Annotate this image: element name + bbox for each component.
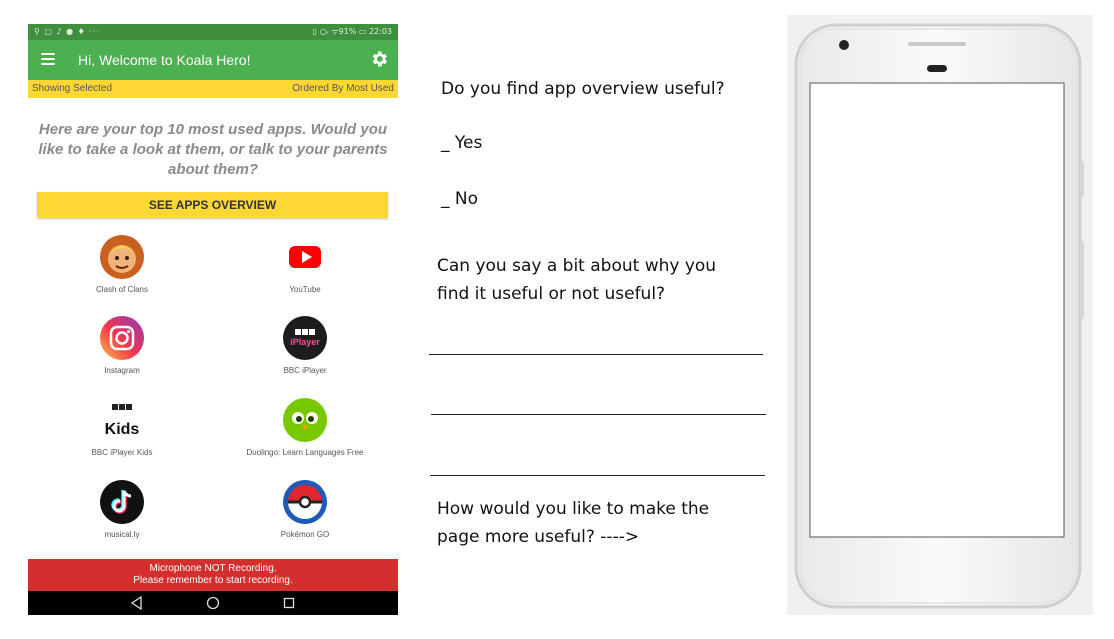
app-tile-bbc-iplayer[interactable]: iPlayer BBC iPlayer: [215, 316, 395, 394]
mic-reminder-line: Please remember to start recording.: [133, 575, 293, 586]
blank-phone-mockup: [794, 23, 1084, 609]
option-yes[interactable]: _ Yes: [441, 129, 482, 157]
app-label: Pokémon GO: [280, 530, 330, 539]
filter-bar: Showing Selected Ordered By Most Used: [28, 80, 398, 98]
answer-line-3[interactable]: [430, 475, 765, 476]
question-improve-line-2: page more useful? ---->: [437, 527, 640, 547]
volume-button: [1080, 241, 1084, 319]
app-tile-bbc-iplayer-kids[interactable]: Kids BBC iPlayer Kids: [32, 398, 212, 476]
question-improve-line-1: How would you like to make the: [437, 499, 710, 519]
status-icons: ⚲ ▢ ♪ ● ♦ ···: [34, 27, 101, 36]
app-label: musical.ly: [104, 530, 140, 539]
intro-text: Here are your top 10 most used apps. Wou…: [38, 121, 388, 178]
app-tile-instagram[interactable]: Instagram: [32, 316, 212, 394]
earpiece-speaker: [908, 42, 966, 46]
app-screenshot: ⚲ ▢ ♪ ● ♦ ··· ▯ ○ᵣ ᯤ91% ▭ 22:03 Hi, Welc…: [28, 24, 398, 615]
app-tile-youtube[interactable]: YouTube: [215, 235, 395, 313]
question-why-line-2: find it useful or not useful?: [437, 284, 666, 304]
youtube-icon: [289, 246, 321, 268]
gear-icon[interactable]: [369, 49, 389, 69]
duolingo-icon: [283, 398, 327, 442]
pokemon-go-icon: [283, 480, 327, 524]
bbc-iplayer-kids-icon: Kids: [105, 404, 140, 438]
status-right: ▯ ○ᵣ ᯤ91% ▭ 22:03: [312, 27, 392, 36]
mic-banner: Microphone NOT Recording. Please remembe…: [28, 559, 398, 591]
app-bar: Hi, Welcome to Koala Hero!: [28, 40, 398, 80]
app-label: Clash of Clans: [95, 285, 149, 294]
instagram-icon: [100, 316, 144, 360]
app-label: Duolingo: Learn Languages Free: [246, 448, 364, 457]
kids-wordmark: Kids: [105, 421, 140, 438]
musically-icon: [100, 480, 144, 524]
app-label: Instagram: [104, 366, 140, 375]
status-bar: ⚲ ▢ ♪ ● ♦ ··· ▯ ○ᵣ ᯤ91% ▭ 22:03: [28, 24, 398, 40]
blank-screen[interactable]: [809, 82, 1065, 538]
app-label: BBC iPlayer Kids: [91, 448, 153, 457]
home-icon[interactable]: [206, 596, 220, 610]
app-tile-duolingo[interactable]: Duolingo: Learn Languages Free: [215, 398, 395, 476]
recents-icon[interactable]: [282, 596, 296, 610]
sensor: [927, 65, 947, 72]
menu-icon[interactable]: [41, 53, 55, 65]
app-label: YouTube: [289, 285, 321, 294]
option-no[interactable]: _ No: [441, 185, 478, 213]
app-tile-pokemon-go[interactable]: Pokémon GO: [215, 480, 395, 558]
power-button: [1080, 161, 1084, 197]
app-title: Hi, Welcome to Koala Hero!: [78, 52, 251, 68]
showing-selected-label[interactable]: Showing Selected: [32, 80, 112, 98]
front-camera-icon: [839, 40, 849, 50]
question-app-overview-useful: Do you find app overview useful?: [441, 79, 725, 99]
app-tile-musically[interactable]: musical.ly: [32, 480, 212, 558]
app-tile-clash-of-clans[interactable]: Clash of Clans: [32, 235, 212, 313]
answer-line-2[interactable]: [431, 414, 766, 415]
iplayer-wordmark: iPlayer: [290, 337, 320, 347]
back-icon[interactable]: [130, 596, 144, 610]
bbc-iplayer-icon: iPlayer: [283, 316, 327, 360]
clash-of-clans-icon: [100, 235, 144, 279]
mic-status-line: Microphone NOT Recording.: [149, 563, 277, 574]
ordered-by-label[interactable]: Ordered By Most Used: [292, 80, 394, 98]
question-why-line-1: Can you say a bit about why you: [437, 256, 717, 276]
answer-line-1[interactable]: [429, 354, 763, 355]
app-label: BBC iPlayer: [283, 366, 327, 375]
nav-bar: [28, 591, 398, 615]
see-apps-overview-button[interactable]: SEE APPS OVERVIEW: [37, 192, 388, 218]
